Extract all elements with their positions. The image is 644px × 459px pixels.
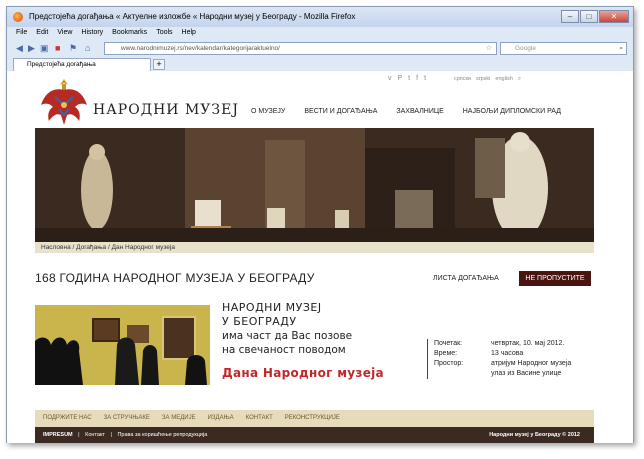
vimeo-icon[interactable]: v [388, 75, 392, 82]
footer-nav: ПОДРЖИТЕ НАС ЗА СТРУЧЊАКЕ ЗА МЕДИЈЕ ИЗДА… [35, 410, 594, 427]
footer-separator: | [110, 432, 112, 438]
detail-value: улаз из Васине улице [491, 370, 562, 377]
footer-reconstructions[interactable]: РЕКОНСТРУКЦИЈЕ [285, 410, 340, 427]
social-links: v P t f t [388, 75, 426, 82]
window-title: Предстојећа догађања « Актуелне изложбе … [29, 12, 356, 21]
lang-latin[interactable]: srpski [476, 76, 490, 83]
menu-bar: File Edit View History Bookmarks Tools H… [7, 27, 633, 39]
navigation-toolbar: ◀ ▶ ▣ ■ ⚑ ⌂ www.narodnimuzej.rs/nev/kale… [7, 39, 633, 57]
minimize-button[interactable]: – [561, 10, 579, 23]
tab-label: Предстојећа догађања [27, 61, 96, 68]
search-box[interactable]: Google ⌕ [500, 42, 627, 55]
menu-file[interactable]: File [16, 27, 27, 39]
footer-bar: IMPRESUM | Контакт | Права за коришћење … [35, 427, 594, 443]
home-page-icon[interactable]: ▣ [40, 42, 49, 54]
page-title: 168 ГОДИНА НАРОДНОГ МУЗЕЈА У БЕОГРАДУ [35, 271, 315, 285]
footer-experts[interactable]: ЗА СТРУЧЊАКЕ [104, 410, 150, 427]
menu-bookmarks[interactable]: Bookmarks [112, 27, 147, 39]
back-icon[interactable]: ◀ [16, 42, 23, 54]
detail-value: атријум Народног музеја [491, 360, 572, 367]
detail-key: Време: [434, 350, 458, 357]
footer-kontakt[interactable]: Контакт [85, 432, 105, 438]
language-switcher: српски srpski english ⌕ [454, 76, 521, 83]
museum-logo-icon[interactable] [35, 75, 93, 128]
museum-hall-image [35, 128, 594, 242]
detail-value: 13 часова [491, 350, 524, 357]
window-controls: – □ ✕ [561, 10, 629, 23]
close-button[interactable]: ✕ [599, 10, 629, 23]
browser-window: Предстојећа догађања « Актуелне изложбе … [6, 6, 634, 443]
footer-rights[interactable]: Права за коришћење репродукција [117, 432, 207, 438]
search-icon[interactable]: ⌕ [619, 43, 623, 55]
invitation: НАРОДНИ МУЗЕЈ У БЕОГРАДУ има част да Вас… [222, 301, 384, 380]
breadcrumb: Насловна / Догађања / Дан Народног музеј… [35, 242, 594, 253]
firefox-icon [13, 12, 23, 22]
gallery-visitors-image [35, 305, 210, 385]
footer-impresum[interactable]: IMPRESUM [43, 432, 73, 438]
invite-line-2a: има част да Вас позове [222, 330, 353, 342]
main-nav: О МУЗЕЈУ ВЕСТИ И ДОГАЂАЊА ЗАХВАЛНИЦЕ НАЈ… [251, 108, 561, 115]
nav-thanks[interactable]: ЗАХВАЛНИЦЕ [396, 108, 443, 115]
bookmark-star-icon[interactable]: ☆ [486, 43, 492, 55]
footer-contact[interactable]: КОНТАКТ [246, 410, 273, 427]
title-bar: Предстојећа догађања « Актуелне изложбе … [7, 7, 633, 27]
detail-key: Почетак: [434, 340, 463, 347]
event-details: Почетак: четвртак, 10. мај 2012. Време: 13… [427, 339, 571, 379]
footer-support[interactable]: ПОДРЖИТЕ НАС [43, 410, 92, 427]
web-page: v P t f t српски srpski english ⌕ НАРОДН… [7, 71, 633, 443]
menu-help[interactable]: Help [182, 27, 196, 39]
facebook-icon[interactable]: f [416, 75, 418, 82]
menu-history[interactable]: History [81, 27, 103, 39]
menu-edit[interactable]: Edit [36, 27, 48, 39]
invite-event-name: Дана Народног музеја [222, 366, 384, 380]
detail-key: Простор: [434, 360, 464, 367]
twitter-icon[interactable]: t [408, 75, 410, 82]
detail-value: четвртак, 10. мај 2012. [491, 340, 565, 347]
footer-separator: | [78, 432, 80, 438]
url-text: www.narodnimuzej.rs/nev/kalendar/kategor… [121, 45, 280, 52]
detail-row: Почетак: четвртак, 10. мај 2012. [434, 339, 571, 349]
search-placeholder: Google [515, 45, 536, 52]
stop-icon[interactable]: ■ [55, 42, 60, 54]
invite-line-1a: НАРОДНИ МУЗЕЈ [222, 301, 322, 314]
nav-best-thesis[interactable]: НАЈБОЉИ ДИПЛОМСКИ РАД [463, 108, 561, 115]
tumblr-icon[interactable]: t [424, 75, 426, 82]
home-icon[interactable]: ⌂ [85, 42, 90, 54]
hero-banner [35, 128, 594, 242]
nav-about[interactable]: О МУЗЕЈУ [251, 108, 285, 115]
lang-english[interactable]: english [495, 76, 512, 83]
new-tab-button[interactable]: + [153, 59, 165, 70]
menu-view[interactable]: View [57, 27, 72, 39]
lang-cyrillic[interactable]: српски [454, 76, 471, 83]
dont-miss-button[interactable]: НЕ ПРОПУСТИТЕ [519, 271, 591, 286]
maximize-button[interactable]: □ [580, 10, 598, 23]
footer-media[interactable]: ЗА МЕДИЈЕ [162, 410, 196, 427]
events-list-link[interactable]: ЛИСТА ДОГАЂАЊА [433, 275, 499, 282]
menu-tools[interactable]: Tools [156, 27, 172, 39]
tab-active[interactable]: Предстојећа догађања [13, 58, 151, 71]
flag-icon: ⚑ [69, 43, 78, 53]
address-bar[interactable]: www.narodnimuzej.rs/nev/kalendar/kategor… [104, 42, 497, 55]
detail-row: Време: 13 часова [434, 349, 571, 359]
event-image [35, 305, 210, 385]
breadcrumb-text[interactable]: Насловна / Догађања / Дан Народног музеј… [41, 244, 175, 251]
detail-row: Простор: атријум Народног музеја [434, 359, 571, 369]
pinterest-icon[interactable]: P [398, 75, 403, 82]
site-search-icon[interactable]: ⌕ [518, 76, 521, 83]
detail-row: улаз из Васине улице [434, 369, 571, 379]
footer-publications[interactable]: ИЗДАЊА [208, 410, 234, 427]
copyright: Народни музеј у Београду © 2012 [489, 432, 580, 438]
detail-key [434, 369, 491, 379]
brand-name[interactable]: НАРОДНИ МУЗЕЈ [93, 102, 239, 118]
tab-strip: Предстојећа догађања + [7, 57, 633, 71]
forward-icon[interactable]: ▶ [28, 42, 35, 54]
nav-news[interactable]: ВЕСТИ И ДОГАЂАЊА [304, 108, 377, 115]
invite-line-1b: У БЕОГРАДУ [222, 315, 297, 328]
invite-line-2b: на свечаност поводом [222, 344, 346, 356]
